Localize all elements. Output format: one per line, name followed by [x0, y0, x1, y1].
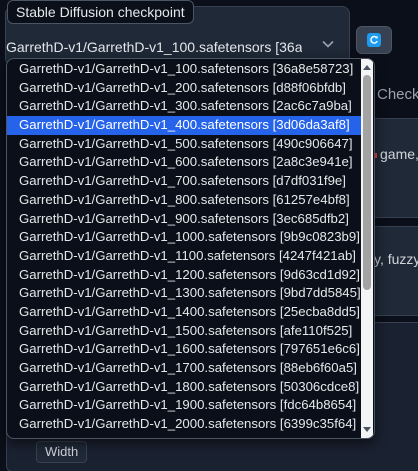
- chevron-down-icon[interactable]: [321, 37, 335, 51]
- scroll-up-arrow-icon[interactable]: [361, 61, 373, 73]
- dropdown-option[interactable]: GarrethD-v1/GarrethD-v1_1800.safetensors…: [7, 378, 361, 397]
- dropdown-option[interactable]: GarrethD-v1/GarrethD-v1_700.safetensors …: [7, 172, 361, 191]
- dropdown-option[interactable]: GarrethD-v1/GarrethD-v1_200.safetensors …: [7, 79, 361, 98]
- dropdown-option[interactable]: GarrethD-v1/GarrethD-v1_500.safetensors …: [7, 135, 361, 154]
- dropdown-option[interactable]: GarrethD-v1/GarrethD-v1_1500.safetensors…: [7, 322, 361, 341]
- checkpoint-dropdown-list[interactable]: GarrethD-v1/GarrethD-v1_100.safetensors …: [6, 58, 375, 439]
- dropdown-option[interactable]: GarrethD-v1/GarrethD-v1_1400.safetensors…: [7, 303, 361, 322]
- refresh-icon: [367, 33, 381, 47]
- dropdown-option[interactable]: GarrethD-v1/GarrethD-v1_100.safetensors …: [7, 60, 361, 79]
- dropdown-option[interactable]: GarrethD-v1/GarrethD-v1_1900.safetensors…: [7, 396, 361, 415]
- dropdown-option[interactable]: GarrethD-v1/GarrethD-v1_800.safetensors …: [7, 191, 361, 210]
- dropdown-option[interactable]: GarrethD-v1/GarrethD-v1_900.safetensors …: [7, 210, 361, 229]
- checkpoint-selected-value: GarrethD-v1/GarrethD-v1_100.safetensors …: [6, 39, 302, 55]
- dropdown-option[interactable]: GarrethD-v1/GarrethD-v1_1700.safetensors…: [7, 359, 361, 378]
- checkpoint-label: Stable Diffusion checkpoint: [7, 0, 194, 24]
- refresh-checkpoints-button[interactable]: [356, 26, 392, 54]
- scrollbar-thumb[interactable]: [363, 75, 371, 290]
- prompt-text: game,: [380, 146, 418, 162]
- dropdown-option[interactable]: GarrethD-v1/GarrethD-v1_1300.safetensors…: [7, 284, 361, 303]
- dropdown-option[interactable]: GarrethD-v1/GarrethD-v1_600.safetensors …: [7, 153, 361, 172]
- dropdown-scrollbar[interactable]: [361, 59, 373, 438]
- background-check-text: Check: [377, 86, 418, 103]
- background-prompt-text: game,: [372, 146, 418, 162]
- dropdown-option[interactable]: GarrethD-v1/GarrethD-v1_1200.safetensors…: [7, 266, 361, 285]
- scroll-down-arrow-icon[interactable]: [361, 424, 373, 436]
- dropdown-option[interactable]: GarrethD-v1/GarrethD-v1_1600.safetensors…: [7, 340, 361, 359]
- dropdown-option[interactable]: GarrethD-v1/GarrethD-v1_400.safetensors …: [7, 116, 361, 135]
- dropdown-option[interactable]: GarrethD-v1/GarrethD-v1_1000.safetensors…: [7, 228, 361, 247]
- width-label: Width: [36, 441, 88, 463]
- dropdown-option[interactable]: GarrethD-v1/GarrethD-v1_300.safetensors …: [7, 97, 361, 116]
- dropdown-option[interactable]: GarrethD-v1/GarrethD-v1_1100.safetensors…: [7, 247, 361, 266]
- background-negative-text: y, fuzzy,: [374, 251, 418, 267]
- dropdown-option[interactable]: GarrethD-v1/GarrethD-v1_2000.safetensors…: [7, 415, 361, 434]
- dropdown-options: GarrethD-v1/GarrethD-v1_100.safetensors …: [7, 59, 361, 434]
